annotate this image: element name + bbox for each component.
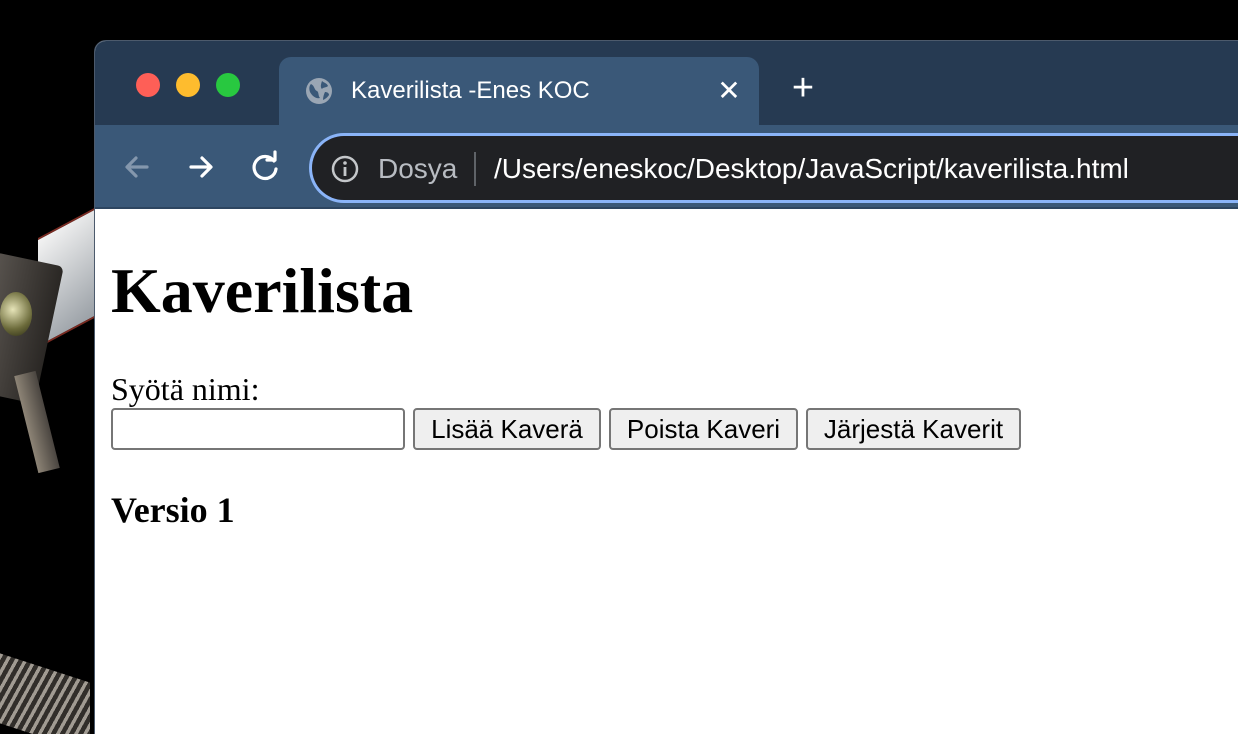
sort-friends-button[interactable]: Järjestä Kaverit (806, 408, 1021, 450)
arrow-left-icon[interactable] (117, 147, 157, 187)
wallpaper-debris (0, 653, 90, 734)
add-friend-button[interactable]: Lisää Kaverä (413, 408, 601, 450)
new-tab-button[interactable]: + (785, 69, 821, 107)
window-minimize-button[interactable] (176, 73, 200, 97)
desktop-wallpaper (0, 0, 96, 734)
reload-icon[interactable] (245, 147, 285, 187)
arrow-right-icon[interactable] (181, 147, 221, 187)
version-heading: Versio 1 (111, 490, 235, 530)
navigation-toolbar: Dosya /Users/eneskoc/Desktop/JavaScript/… (95, 125, 1238, 209)
globe-icon (306, 78, 332, 104)
browser-tab[interactable]: Kaverilista -Enes KOC ✕ (279, 57, 759, 125)
tab-title: Kaverilista -Enes KOC (351, 77, 590, 104)
address-bar-divider (474, 152, 476, 186)
file-scheme-label: Dosya (378, 153, 458, 184)
title-bar: Kaverilista -Enes KOC ✕ + (95, 41, 1238, 125)
close-tab-icon[interactable]: ✕ (713, 75, 745, 107)
wallpaper-satellite-dome (0, 292, 32, 336)
name-input[interactable] (111, 408, 405, 450)
url-text[interactable]: /Users/eneskoc/Desktop/JavaScript/kaveri… (494, 151, 1129, 187)
page-title: Kaverilista (111, 255, 414, 326)
window-maximize-button[interactable] (216, 73, 240, 97)
window-close-button[interactable] (136, 73, 160, 97)
info-icon[interactable] (330, 154, 360, 184)
browser-window: Kaverilista -Enes KOC ✕ + Dosya /Users/e… (94, 40, 1238, 734)
name-input-label: Syötä nimi: (111, 371, 260, 407)
page-content: Kaverilista Syötä nimi: Lisää Kaverä Poi… (95, 211, 1238, 734)
wallpaper-satellite-arm (14, 370, 60, 474)
address-bar[interactable]: Dosya /Users/eneskoc/Desktop/JavaScript/… (309, 133, 1238, 203)
remove-friend-button[interactable]: Poista Kaveri (609, 408, 798, 450)
